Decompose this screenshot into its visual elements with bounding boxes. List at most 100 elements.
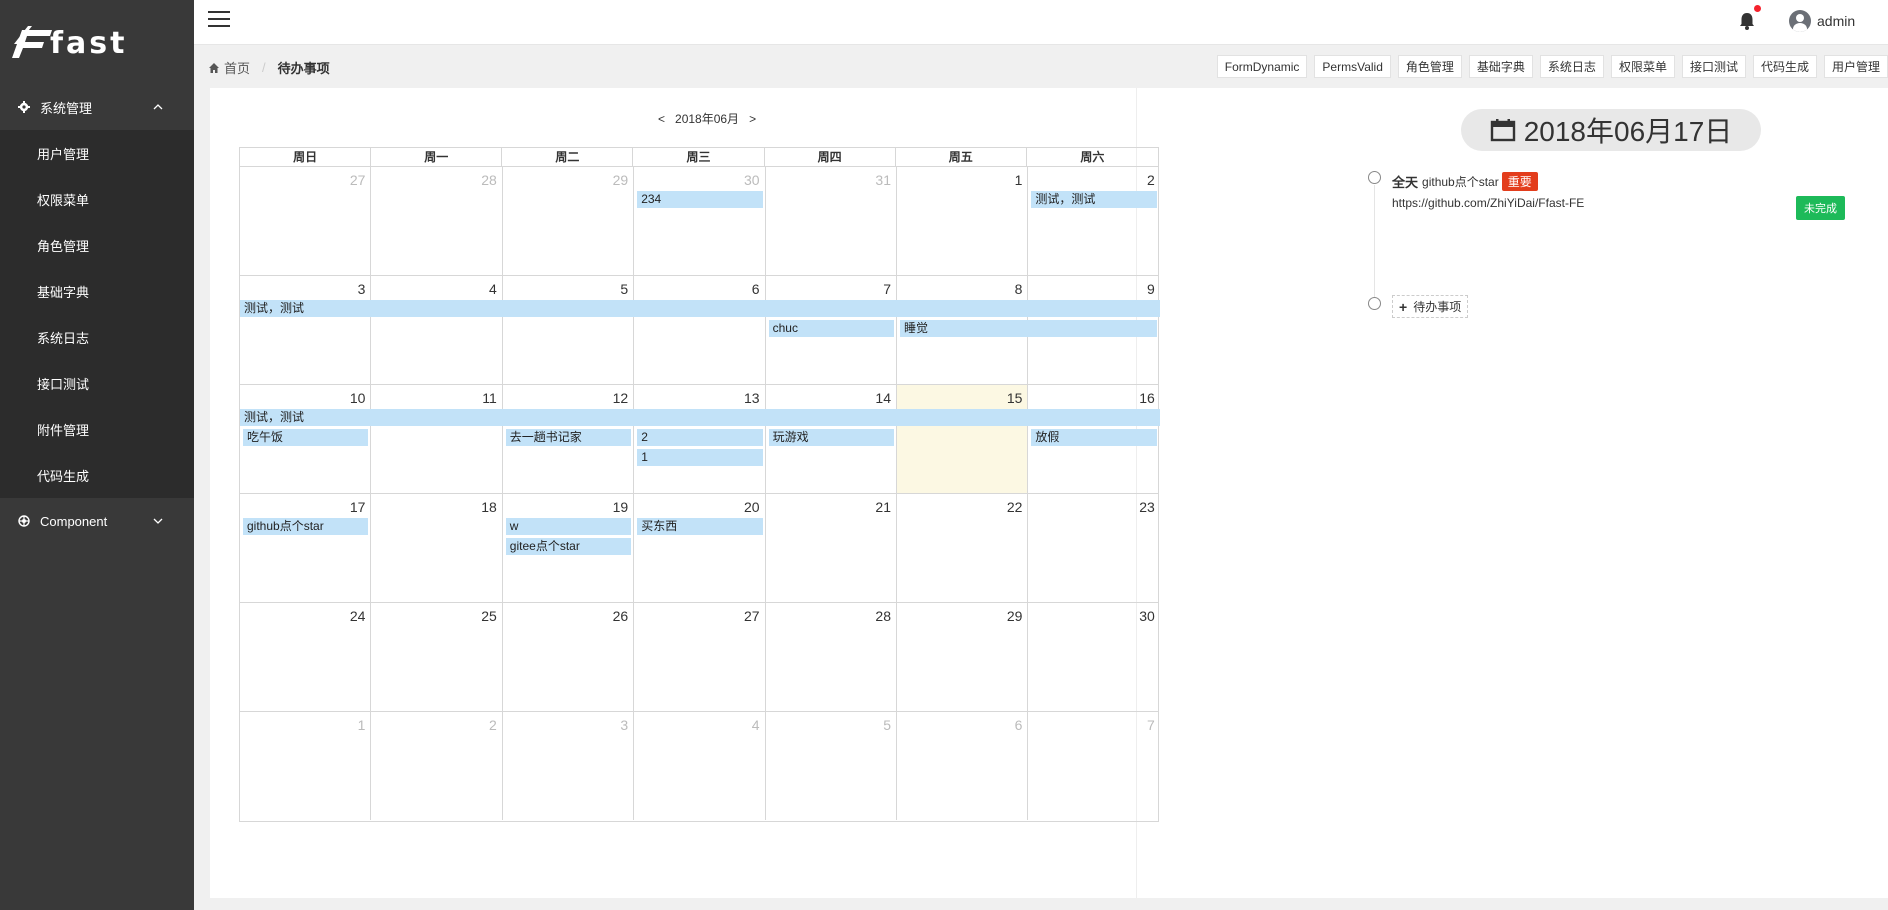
logo[interactable]: fast [0, 0, 194, 84]
sidebar-item-dictionary[interactable]: 基础字典 [0, 268, 194, 314]
weekday-label: 周三 [633, 148, 765, 166]
menu-group-label: Component [40, 513, 108, 529]
calendar-day[interactable]: 1 [240, 712, 372, 820]
add-todo-button[interactable]: + 待办事项 [1392, 295, 1469, 318]
menu-toggle-icon[interactable] [208, 11, 230, 29]
calendar-day[interactable]: 31 [766, 167, 897, 275]
day-number: 4 [751, 717, 760, 733]
calendar-day[interactable]: 17 [240, 494, 372, 602]
quick-tab[interactable]: 系统日志 [1539, 55, 1604, 78]
breadcrumb-home[interactable]: 首页 [224, 58, 250, 77]
calendar-day[interactable]: 30 [634, 167, 766, 275]
submenu-system: 用户管理 权限菜单 角色管理 基础字典 系统日志 接口测试 附件管理 代码生成 [0, 130, 194, 498]
menu-group-system[interactable]: 系统管理 [0, 84, 194, 130]
day-number: 11 [482, 390, 497, 406]
quick-tab[interactable]: 用户管理 [1823, 55, 1888, 78]
sidebar-item-logs[interactable]: 系统日志 [0, 314, 194, 360]
calendar-day[interactable]: 30 [1028, 603, 1159, 711]
sidebar-item-attachments[interactable]: 附件管理 [0, 406, 194, 452]
user-menu[interactable]: admin [1789, 9, 1855, 33]
calendar-event[interactable]: 玩游戏 [768, 429, 894, 446]
calendar-event[interactable]: 测试，测试 [1031, 191, 1157, 208]
calendar-event[interactable]: 买东西 [637, 518, 763, 535]
quick-tab[interactable]: PermsValid [1314, 55, 1391, 78]
quick-tab[interactable]: 角色管理 [1397, 55, 1462, 78]
calendar-day[interactable]: 7 [1028, 712, 1159, 820]
calendar-event[interactable]: 1 [637, 449, 763, 466]
calendar-day[interactable]: 6 [897, 712, 1029, 820]
calendar-day[interactable]: 2 [371, 712, 503, 820]
calendar-day[interactable]: 28 [371, 167, 503, 275]
sidebar-item-api-test[interactable]: 接口测试 [0, 360, 194, 406]
calendar-day[interactable]: 22 [897, 494, 1029, 602]
calendar-next-button[interactable]: > [739, 112, 766, 126]
calendar-event[interactable]: 测试，测试 [240, 409, 1160, 426]
calendar-day[interactable]: 24 [240, 603, 372, 711]
sidebar-item-roles[interactable]: 角色管理 [0, 222, 194, 268]
day-number: 7 [883, 281, 891, 297]
calendar-day[interactable]: 2 [1028, 167, 1159, 275]
calendar-day-today[interactable]: 15 [897, 385, 1029, 493]
calendar-event[interactable]: 去一趟书记家 [505, 429, 632, 446]
quick-tab[interactable]: 权限菜单 [1610, 55, 1675, 78]
calendar-day[interactable]: 21 [766, 494, 897, 602]
sidebar-item-label: 用户管理 [37, 146, 90, 162]
calendar-event[interactable]: 234 [637, 191, 763, 208]
calendar-weekday-header: 周日 周一 周二 周三 周四 周五 周六 [240, 148, 1158, 167]
calendar-event[interactable]: 2 [637, 429, 763, 446]
calendar-event[interactable]: 睡觉 [900, 320, 1157, 337]
calendar-weeks: 27 28 29 30 31 1 2 234 测试，测试 3 4 5 6 7 8 9 测试，测试 chuc 睡觉 10… [240, 167, 1160, 821]
calendar-day[interactable]: 27 [634, 603, 766, 711]
sidebar-item-permissions[interactable]: 权限菜单 [0, 176, 194, 222]
chevron-down-icon [153, 518, 163, 524]
todo-status-badge[interactable]: 未完成 [1796, 196, 1845, 220]
calendar-week-row: 24 25 26 27 28 29 30 [240, 603, 1158, 712]
bell-icon[interactable] [1737, 11, 1757, 31]
sidebar-item-users[interactable]: 用户管理 [0, 130, 194, 176]
weekday-label: 周二 [502, 148, 634, 166]
calendar-day[interactable]: 29 [897, 603, 1029, 711]
menu-group-component[interactable]: Component [0, 498, 194, 544]
weekday-label: 周一 [371, 148, 503, 166]
calendar-prev-button[interactable]: < [648, 112, 675, 126]
calendar-event[interactable]: github点个star [243, 518, 369, 535]
quick-tab[interactable]: 接口测试 [1681, 55, 1746, 78]
calendar-day[interactable]: 20 [634, 494, 766, 602]
calendar-day[interactable]: 4 [371, 276, 503, 384]
breadcrumb: 首页 / 待办事项 [208, 58, 330, 77]
calendar-event[interactable]: 吃午饭 [243, 429, 369, 446]
todo-item[interactable]: 全天 github点个star 重要 [1392, 172, 1538, 191]
calendar-event[interactable]: 放假 [1031, 429, 1157, 446]
calendar-event[interactable]: gitee点个star [505, 538, 632, 555]
calendar-nav: < 2018年06月 > [648, 110, 766, 127]
calendar-day[interactable]: 25 [371, 603, 503, 711]
calendar-day[interactable]: 1 [897, 167, 1029, 275]
todo-url[interactable]: https://github.com/ZhiYiDai/Ffast-FE [1392, 196, 1584, 210]
calendar-day[interactable]: 11 [371, 385, 503, 493]
calendar-day[interactable]: 4 [634, 712, 766, 820]
calendar-day[interactable]: 3 [503, 712, 635, 820]
calendar-day[interactable]: 3 [240, 276, 372, 384]
calendar-day[interactable]: 5 [503, 276, 635, 384]
day-number: 27 [349, 172, 366, 188]
day-number: 21 [875, 499, 891, 515]
quick-tabs: FormDynamic PermsValid 角色管理 基础字典 系统日志 权限… [1210, 55, 1888, 78]
calendar-event[interactable]: 测试，测试 [240, 300, 1160, 317]
chevron-up-icon [153, 104, 163, 110]
calendar-day[interactable]: 26 [503, 603, 635, 711]
calendar-week-row: 3 4 5 6 7 8 9 测试，测试 chuc 睡觉 [240, 276, 1160, 385]
calendar-day[interactable]: 23 [1028, 494, 1159, 602]
calendar-day[interactable]: 6 [634, 276, 766, 384]
calendar-day[interactable]: 5 [766, 712, 897, 820]
calendar-day[interactable]: 18 [371, 494, 503, 602]
calendar-day[interactable]: 29 [503, 167, 635, 275]
sidebar-item-codegen[interactable]: 代码生成 [0, 452, 194, 498]
calendar-event[interactable]: w [505, 518, 632, 535]
quick-tab[interactable]: FormDynamic [1216, 55, 1308, 78]
calendar-day[interactable]: 28 [766, 603, 897, 711]
calendar-day[interactable]: 27 [240, 167, 372, 275]
quick-tab[interactable]: 代码生成 [1752, 55, 1817, 78]
sidebar-item-label: 角色管理 [37, 238, 90, 254]
calendar-event[interactable]: chuc [768, 320, 894, 337]
quick-tab[interactable]: 基础字典 [1468, 55, 1533, 78]
